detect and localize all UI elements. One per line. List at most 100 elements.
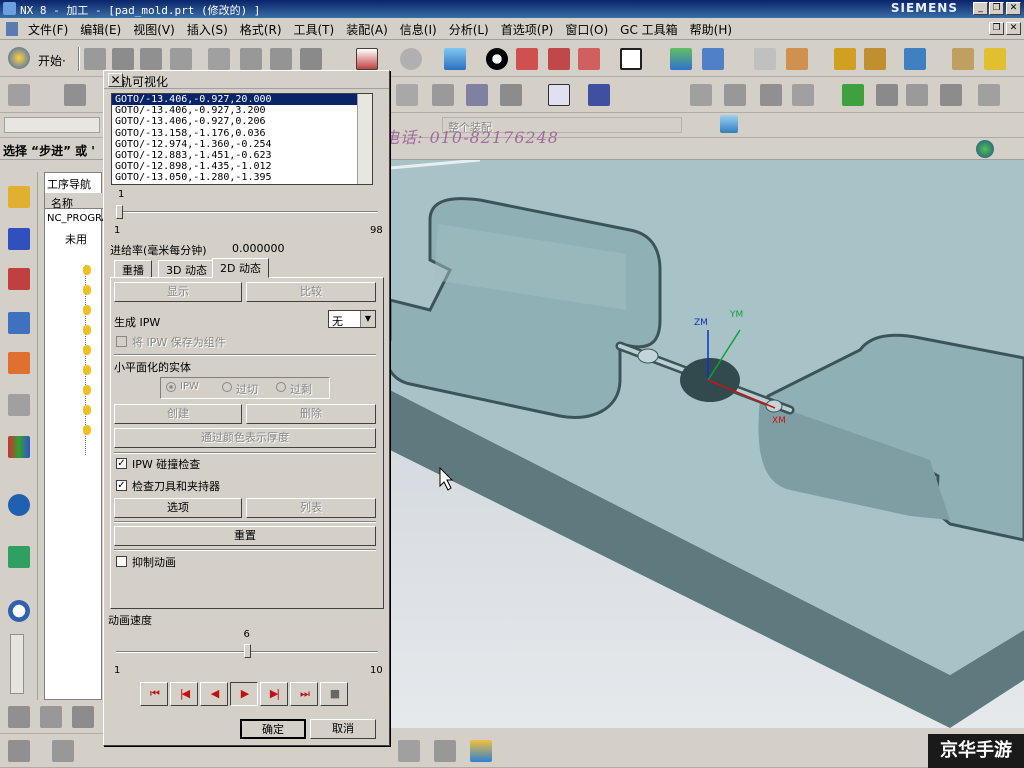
dialog-close-button[interactable]: ✕ (108, 73, 123, 87)
menu-preferences[interactable]: 首选项(P) (495, 18, 560, 41)
menu-file[interactable]: 文件(F) (22, 18, 74, 41)
list-item[interactable]: GOTO/-13.406,-0.927,0.206 (112, 116, 372, 127)
graphics-window[interactable]: ZM YM XM (390, 160, 1024, 728)
radio-ipw[interactable] (166, 382, 176, 392)
constraint-navigator-icon[interactable] (8, 228, 30, 250)
snap-icon[interactable] (720, 115, 738, 133)
program-view-icon[interactable] (500, 84, 522, 106)
wcs-icon[interactable] (786, 48, 808, 70)
bottom-tool-icon[interactable] (434, 740, 456, 762)
list-item[interactable]: GOTO/-12.883,-1.451,-0.623 (112, 150, 372, 161)
suppress-animation-checkbox[interactable] (116, 556, 127, 567)
move-icon[interactable] (670, 48, 692, 70)
menu-info[interactable]: 信息(I) (394, 18, 443, 41)
save-ipw-checkbox[interactable] (116, 336, 127, 347)
bottom-tool-icon[interactable] (52, 740, 74, 762)
menu-help[interactable]: 帮助(H) (684, 18, 738, 41)
minimize-button[interactable]: _ (973, 2, 988, 15)
bottom-tool-icon[interactable] (72, 706, 94, 728)
list-item[interactable]: GOTO/-13.050,-1.280,-1.395 (112, 172, 372, 183)
cut-icon[interactable] (208, 48, 230, 70)
transform-icon[interactable] (702, 48, 724, 70)
speed-slider-thumb[interactable] (243, 644, 251, 658)
output-cls-icon[interactable] (724, 84, 746, 106)
shaded-view-icon[interactable] (444, 48, 466, 70)
nav-root[interactable]: NC_PROGRA (47, 213, 108, 224)
doc-close-button[interactable]: ✕ (1006, 22, 1021, 35)
display-button[interactable]: 显示 (114, 282, 242, 302)
close-window-button[interactable]: ✕ (1006, 2, 1021, 15)
menu-format[interactable]: 格式(R) (234, 18, 288, 41)
bottom-tool-icon[interactable] (8, 740, 30, 762)
delete-button[interactable]: 删除 (246, 404, 376, 424)
open-file-icon[interactable] (112, 48, 134, 70)
play-reverse-button[interactable]: ◀ (200, 682, 228, 706)
menu-insert[interactable]: 插入(S) (181, 18, 234, 41)
color-thickness-button[interactable]: 通过颜色表示厚度 (114, 428, 376, 448)
list-item[interactable]: GOTO/-13.406,-0.927,20.000 (112, 94, 372, 106)
info-icon[interactable] (978, 84, 1000, 106)
play-button[interactable]: ▶ (230, 682, 258, 706)
print-icon[interactable] (170, 48, 192, 70)
app-menu-icon[interactable] (6, 22, 18, 36)
list-scrollbar[interactable] (357, 94, 372, 184)
copy-icon[interactable] (240, 48, 262, 70)
step-forward-button[interactable]: ▶| (260, 682, 288, 706)
compare-button[interactable]: 比较 (246, 282, 376, 302)
menu-tools[interactable]: 工具(T) (288, 18, 341, 41)
reset-button[interactable]: 重置 (114, 526, 376, 546)
start-icon[interactable] (8, 47, 30, 69)
rewind-to-start-button[interactable]: ⏮ (140, 682, 168, 706)
method-icon[interactable] (876, 84, 898, 106)
reuse-library-icon[interactable] (8, 352, 30, 374)
radio-excess[interactable] (276, 382, 286, 392)
list-item[interactable]: GOTO/-13.406,-0.927,3.200 (112, 105, 372, 116)
bottom-tool-icon[interactable] (8, 706, 30, 728)
info-browser-icon[interactable] (8, 494, 30, 516)
start-menu-label[interactable]: 开始· (38, 52, 66, 69)
postprocess-icon[interactable] (588, 84, 610, 106)
list-toolpath-icon[interactable] (760, 84, 782, 106)
bottom-tool-icon[interactable] (470, 740, 492, 762)
toolpath-list[interactable]: GOTO/-13.406,-0.927,20.000 GOTO/-13.406,… (111, 93, 373, 185)
tool-icon[interactable] (834, 48, 856, 70)
paste-icon[interactable] (270, 48, 292, 70)
list-item[interactable]: GOTO/-12.974,-1.360,-0.254 (112, 139, 372, 150)
menu-window[interactable]: 窗口(O) (559, 18, 614, 41)
menu-assembly[interactable]: 装配(A) (340, 18, 394, 41)
tab-2d-dynamic[interactable]: 2D 动态 (212, 258, 269, 278)
new-file-icon[interactable] (84, 48, 106, 70)
verify-toolpath-icon[interactable] (548, 84, 570, 106)
role-icon[interactable] (8, 436, 30, 458)
rotate-icon[interactable] (486, 48, 508, 70)
fit-view-icon[interactable] (356, 48, 378, 70)
display-icon[interactable] (578, 48, 600, 70)
section-view-icon[interactable] (516, 48, 538, 70)
measure-icon[interactable] (952, 48, 974, 70)
operation-navigator-icon[interactable] (8, 312, 30, 334)
step-slider-thumb[interactable] (116, 205, 123, 219)
clip-icon[interactable] (548, 48, 570, 70)
bottom-tool-icon[interactable] (40, 706, 62, 728)
list-item[interactable]: GOTO/-13.158,-1.176,0.036 (112, 128, 372, 139)
resource-scrollbar[interactable] (10, 634, 24, 694)
machine-view-icon[interactable] (396, 84, 418, 106)
assembly-navigator-icon[interactable] (8, 186, 30, 208)
layer-icon[interactable] (754, 48, 776, 70)
tab-3d-dynamic[interactable]: 3D 动态 (158, 260, 215, 278)
shop-doc-icon[interactable] (690, 84, 712, 106)
delete-icon[interactable] (300, 48, 322, 70)
step-slider-track[interactable] (116, 211, 378, 213)
doc-restore-button[interactable]: ❐ (989, 22, 1004, 35)
fast-forward-button[interactable]: ⏭ (290, 682, 318, 706)
check-icon[interactable] (842, 84, 864, 106)
menu-edit[interactable]: 编辑(E) (74, 18, 127, 41)
menu-analysis[interactable]: 分析(L) (443, 18, 495, 41)
ok-button[interactable]: 确定 (240, 719, 306, 739)
method-view-icon[interactable] (466, 84, 488, 106)
column-name[interactable]: 名称 (51, 195, 73, 211)
save-icon[interactable] (140, 48, 162, 70)
geometry-view-icon[interactable] (432, 84, 454, 106)
stop-button[interactable]: ■ (320, 682, 348, 706)
create-button[interactable]: 创建 (114, 404, 242, 424)
